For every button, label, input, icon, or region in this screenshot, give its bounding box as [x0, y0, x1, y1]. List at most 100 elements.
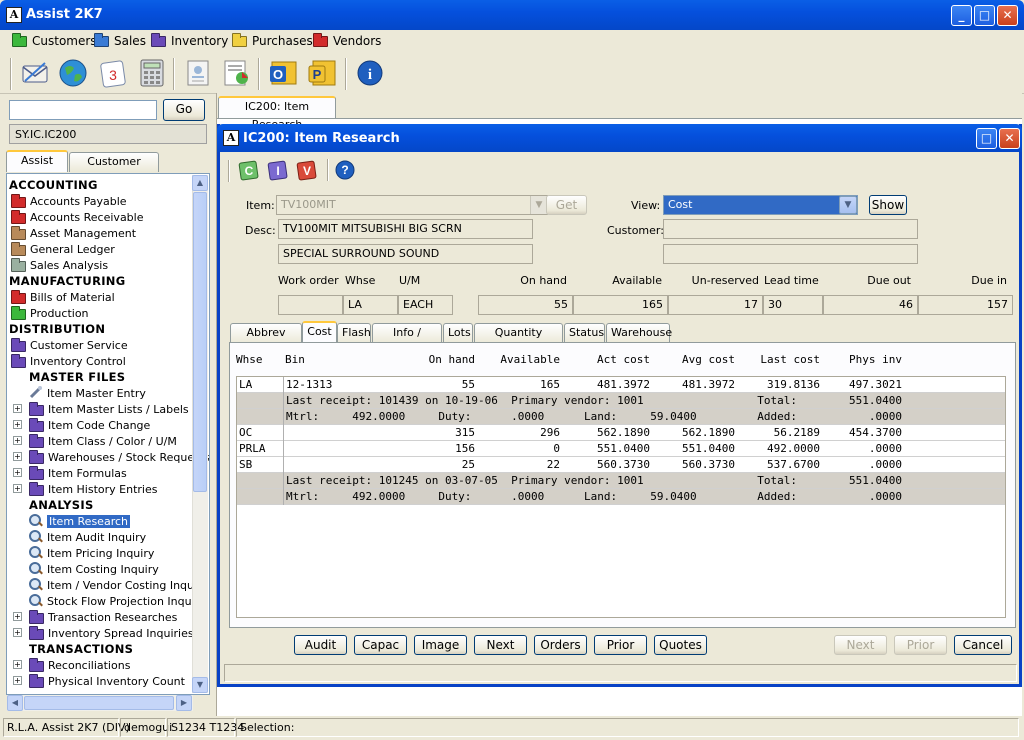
grid-detail-row[interactable]: Mtrl: 492.0000 Duty: .0000 Land: 59.0400…	[237, 489, 1005, 505]
tab-cost[interactable]: Cost	[302, 321, 337, 343]
tree-item-sales-analysis[interactable]: Sales Analysis	[11, 257, 108, 273]
grid-detail-row[interactable]: Mtrl: 492.0000 Duty: .0000 Land: 59.0400…	[237, 409, 1005, 425]
navigation-search-input[interactable]	[9, 100, 157, 120]
customer-lookup-icon[interactable]: C	[238, 159, 260, 181]
tree-item-general-ledger[interactable]: General Ledger	[11, 241, 115, 257]
tree-item-item-research[interactable]: Item Research	[29, 513, 130, 529]
tree-item-item-audit-inquiry[interactable]: Item Audit Inquiry	[29, 529, 146, 545]
item-dropdown-chevron-icon[interactable]: ▼	[530, 196, 547, 214]
scroll-thumb[interactable]	[193, 192, 207, 492]
tree-item-accounts-receivable[interactable]: Accounts Receivable	[11, 209, 144, 225]
maximize-button[interactable]: □	[974, 5, 995, 26]
expand-plus-icon[interactable]: +	[13, 452, 22, 461]
tab-customer-service[interactable]: Customer Service	[69, 152, 159, 186]
tree-item-item-history-entries[interactable]: + Item History Entries	[13, 481, 157, 497]
tree-item-accounts-payable[interactable]: Accounts Payable	[11, 193, 127, 209]
prior-button[interactable]: Prior	[894, 635, 947, 655]
tree-item-item-costing-inquiry[interactable]: Item Costing Inquiry	[29, 561, 159, 577]
inventory-lookup-icon[interactable]: I	[267, 159, 289, 181]
menu-inventory[interactable]: Inventory	[151, 32, 228, 49]
grid-row[interactable]: OC 315 296 562.1890 562.1890 56.2189 454.3700	[237, 425, 1005, 441]
orders-button[interactable]: Orders	[534, 635, 587, 655]
customer-field-2[interactable]	[663, 244, 918, 264]
scroll-right-icon[interactable]: ▶	[176, 695, 192, 711]
tab-status[interactable]: Status	[564, 323, 605, 343]
tab-info-filters[interactable]: Info / Filters	[372, 323, 442, 357]
grid-detail-row[interactable]: Last receipt: 101245 on 03-07-05 Primary…	[237, 473, 1005, 489]
publisher-icon[interactable]: P	[305, 56, 339, 90]
show-button[interactable]: Show	[869, 195, 907, 215]
tab-abbrev-sales[interactable]: Abbrev Sales	[230, 323, 302, 357]
close-button[interactable]: ✕	[997, 5, 1018, 26]
tab-warehouse[interactable]: Warehouse	[606, 323, 672, 343]
tree-item-physical-inventory-count[interactable]: + Physical Inventory Count	[13, 673, 185, 689]
tree-item-transaction-researches[interactable]: + Transaction Researches	[13, 609, 177, 625]
tree-item-item-code-change[interactable]: + Item Code Change	[13, 417, 150, 433]
grid-row[interactable]: SB 25 22 560.3730 560.3730 537.6700 .0000	[237, 457, 1005, 473]
menu-purchases[interactable]: Purchases	[232, 32, 313, 49]
document-tab-item-research[interactable]: IC200: Item Research	[218, 96, 336, 131]
view-dropdown-chevron-icon[interactable]: ▼	[839, 196, 857, 214]
grid-detail-row[interactable]: Last receipt: 101439 on 10-19-06 Primary…	[237, 393, 1005, 409]
grid-row[interactable]: LA 12-1313 55 165 481.3972 481.3972 319.8136 49…	[237, 377, 1005, 393]
tree-item-item-pricing-inquiry[interactable]: Item Pricing Inquiry	[29, 545, 154, 561]
next-record-button[interactable]: Next	[474, 635, 527, 655]
tab-quantity-history[interactable]: Quantity History	[474, 323, 563, 357]
quotes-button[interactable]: Quotes	[654, 635, 707, 655]
calculator-icon[interactable]	[135, 56, 169, 90]
customer-field[interactable]	[663, 219, 918, 239]
horizontal-scroll-thumb[interactable]	[24, 696, 174, 710]
cancel-button[interactable]: Cancel	[954, 635, 1012, 655]
expand-plus-icon[interactable]: +	[13, 612, 22, 621]
tree-item-item-vendor-costing-inquiry[interactable]: Item / Vendor Costing Inquiry	[29, 577, 208, 593]
item-combobox[interactable]: TV100MIT	[276, 195, 548, 215]
minimize-button[interactable]: _	[951, 5, 972, 26]
calendar-icon[interactable]: 3	[96, 56, 130, 90]
grid-row[interactable]: PRLA 156 0 551.0400 551.0400 492.0000 .0000	[237, 441, 1005, 457]
next-button[interactable]: Next	[834, 635, 887, 655]
tree-item-production[interactable]: Production	[11, 305, 89, 321]
tree-item-stock-flow-projection-inquiry[interactable]: Stock Flow Projection Inquiry	[29, 593, 206, 609]
contacts-icon[interactable]	[181, 56, 215, 90]
scroll-up-icon[interactable]: ▲	[192, 175, 208, 191]
tree-item-warehouses-stock-requests[interactable]: + Warehouses / Stock Requests	[13, 449, 209, 465]
expand-plus-icon[interactable]: +	[13, 660, 22, 669]
go-button[interactable]: Go	[163, 99, 205, 121]
expand-plus-icon[interactable]: +	[13, 628, 22, 637]
expand-plus-icon[interactable]: +	[13, 468, 22, 477]
globe-icon[interactable]	[56, 56, 90, 90]
audit-button[interactable]: Audit	[294, 635, 347, 655]
tree-item-customer-service[interactable]: Customer Service	[11, 337, 128, 353]
menu-vendors[interactable]: Vendors	[313, 32, 381, 49]
tree-item-reconciliations[interactable]: + Reconciliations	[13, 657, 130, 673]
capac-button[interactable]: Capac	[354, 635, 407, 655]
expand-plus-icon[interactable]: +	[13, 404, 22, 413]
help-icon[interactable]: ?	[334, 159, 356, 181]
vendor-lookup-icon[interactable]: V	[296, 159, 318, 181]
scroll-left-icon[interactable]: ◀	[7, 695, 23, 711]
info-icon[interactable]: i	[353, 56, 387, 90]
expand-plus-icon[interactable]: +	[13, 420, 22, 429]
tree-item-item-class-color-u-m[interactable]: + Item Class / Color / U/M	[13, 433, 177, 449]
tree-item-item-formulas[interactable]: + Item Formulas	[13, 465, 127, 481]
tab-lots[interactable]: Lots	[443, 323, 473, 343]
get-button[interactable]: Get	[546, 195, 587, 215]
reports-icon[interactable]	[219, 56, 253, 90]
tree-item-inventory-control[interactable]: Inventory Control	[11, 353, 126, 369]
expand-plus-icon[interactable]: +	[13, 436, 22, 445]
expand-plus-icon[interactable]: +	[13, 676, 22, 685]
form-close-button[interactable]: ✕	[999, 128, 1020, 149]
tab-assist-2k7[interactable]: Assist 2K7	[6, 150, 68, 185]
view-select[interactable]: Cost	[663, 195, 858, 215]
scroll-down-icon[interactable]: ▼	[192, 677, 208, 693]
tree-item-item-master-entry[interactable]: Item Master Entry	[29, 385, 146, 401]
tree-item-item-master-lists-labels[interactable]: + Item Master Lists / Labels	[13, 401, 189, 417]
image-button[interactable]: Image	[414, 635, 467, 655]
expand-plus-icon[interactable]: +	[13, 484, 22, 493]
prior-record-button[interactable]: Prior	[594, 635, 647, 655]
form-maximize-button[interactable]: □	[976, 128, 997, 149]
menu-sales[interactable]: Sales	[94, 32, 146, 49]
tree-item-asset-management[interactable]: Asset Management	[11, 225, 136, 241]
mail-icon[interactable]	[18, 56, 52, 90]
tab-flash[interactable]: Flash	[337, 323, 371, 343]
